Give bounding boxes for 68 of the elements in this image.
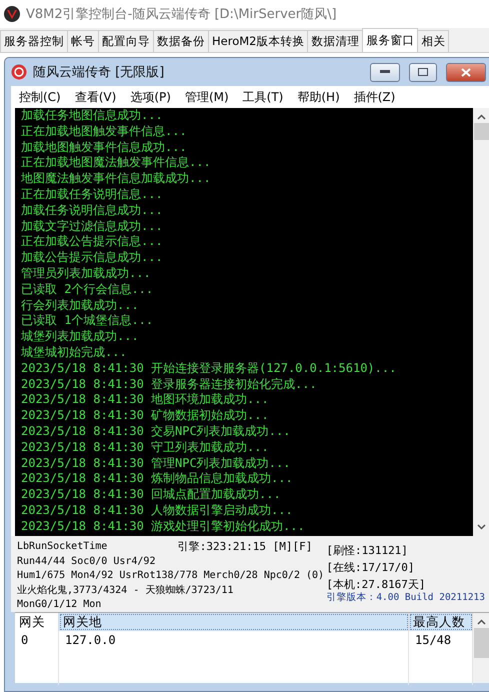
- log-line: 加载地图触发事件信息成功...: [21, 140, 188, 156]
- close-icon: [461, 68, 471, 76]
- log-line: 正在加载地图魔法触发事件信息...: [21, 155, 212, 172]
- scroll-thumb[interactable]: [474, 123, 488, 140]
- menu-item[interactable]: 帮助(H): [297, 88, 340, 106]
- status-text: [在线:17/17/0]: [326, 560, 416, 576]
- app-logo-icon: [4, 6, 20, 22]
- log-line: 正在加载公告提示信息...: [21, 234, 164, 250]
- minimize-icon: [380, 70, 390, 74]
- log-line: 2023/5/18 8:41:30 交易NPC列表加载成功...: [21, 424, 292, 440]
- log-line: 2023/5/18 8:41:30 守卫列表加载成功...: [21, 440, 270, 456]
- log-line: 正在加载地图触发事件信息...: [21, 124, 188, 140]
- log-line: 2023/5/18 8:41:30 登录服务器连接初始化完成...: [21, 376, 318, 392]
- status-text: Run44/44 Soc0/0 Usr4/92: [17, 554, 156, 568]
- log-line: 城堡列表加载成功...: [21, 329, 140, 345]
- log-line: 2023/5/18 8:41:30 矿物数据初始成功...: [21, 408, 270, 424]
- log-line: 加载任务说明信息成功...: [21, 202, 164, 219]
- log-line: 已读取 2个行会信息...: [21, 282, 154, 298]
- engine-time: 引擎:323:21:15 [M][F]: [178, 540, 312, 554]
- scroll-down-icon: [476, 524, 486, 530]
- tab[interactable]: 服务窗口: [362, 28, 418, 52]
- log-line: 管理员列表加载成功...: [21, 266, 152, 282]
- log-line: 地图魔法触发事件信息加载成功...: [21, 171, 212, 187]
- maximize-button[interactable]: [409, 62, 437, 82]
- menu-item[interactable]: 查看(V): [74, 88, 116, 106]
- menu-item[interactable]: 选项(P): [130, 88, 171, 106]
- log-line: 2023/5/18 8:41:30 游戏处理引擎初始化成功...: [21, 518, 306, 535]
- maximize-icon: [418, 68, 428, 76]
- scrollbar[interactable]: [473, 613, 489, 683]
- log-line: 2023/5/18 8:41:30 炼制物品信息加载成功...: [21, 471, 294, 488]
- minimize-button[interactable]: [370, 62, 400, 82]
- status-text: MonG0/1/12 Mon: [17, 598, 102, 612]
- window-title: 随风云端传奇 [无限版]: [33, 64, 166, 81]
- log-line: 加载任务地图信息成功...: [21, 108, 164, 124]
- log-line: 2023/5/18 8:41:30 开始连接登录服务器(127.0.0.1:5610)...: [21, 360, 398, 377]
- version-text: 引擎版本：4.00 Build 20211213: [326, 591, 485, 605]
- menu-item[interactable]: 管理(M): [184, 88, 229, 106]
- menu-item[interactable]: 控制(C): [19, 88, 61, 106]
- tab[interactable]: 相关: [417, 30, 450, 52]
- tab[interactable]: 服务器控制: [0, 30, 68, 52]
- menu-item[interactable]: 工具(T): [242, 88, 284, 106]
- app-icon: [11, 64, 27, 80]
- log-line: 已读取 1个城堡信息...: [21, 313, 154, 330]
- status-text: [刷怪:131121]: [326, 543, 409, 559]
- status-text: 业火焰化鬼,3773/4324 - 天狼蜘蛛/3723/11: [17, 584, 234, 598]
- log-line: 行会列表加载成功...: [21, 298, 140, 314]
- column-header[interactable]: 网关地: [59, 613, 409, 631]
- log-line: 正在加载任务说明信息...: [21, 186, 164, 203]
- log-line: 加载文字过滤信息成功...: [21, 218, 164, 234]
- log-line: 加载公告提示信息成功...: [21, 250, 164, 266]
- log-line: 2023/5/18 8:41:30 管理NPC列表加载成功...: [21, 456, 292, 472]
- scroll-up-icon: [476, 114, 486, 120]
- menu-item[interactable]: 插件(Z): [354, 88, 396, 106]
- scroll-thumb[interactable]: [474, 628, 488, 658]
- log-line: 2023/5/18 8:41:30 人物数据引擎启动成功...: [21, 502, 294, 519]
- log-line: 2023/5/18 8:41:30 回城点配置加载成功...: [21, 487, 282, 503]
- scrollbar[interactable]: [473, 108, 489, 536]
- log-line: 2023/5/18 8:41:30 地图环境加载成功...: [21, 392, 270, 408]
- close-button[interactable]: [446, 62, 486, 82]
- table-cell: 0: [15, 631, 59, 649]
- table-cell: 127.0.0: [59, 631, 409, 649]
- window-title: V8M2引擎控制台-随风云端传奇 [D:\MirServer随风\]: [26, 6, 337, 23]
- status-text: Hum1/675 Mon4/92 UsrRot138/778 Merch0/28 Npc0/2 (0): [17, 569, 326, 583]
- scroll-up-icon: [476, 619, 486, 625]
- log-line: 城堡城初始完成...: [21, 344, 128, 361]
- status-text: [本机:27.8167天]: [326, 577, 427, 592]
- status-text: LbRunSocketTime: [17, 540, 108, 554]
- column-header[interactable]: 最高人数: [409, 613, 473, 631]
